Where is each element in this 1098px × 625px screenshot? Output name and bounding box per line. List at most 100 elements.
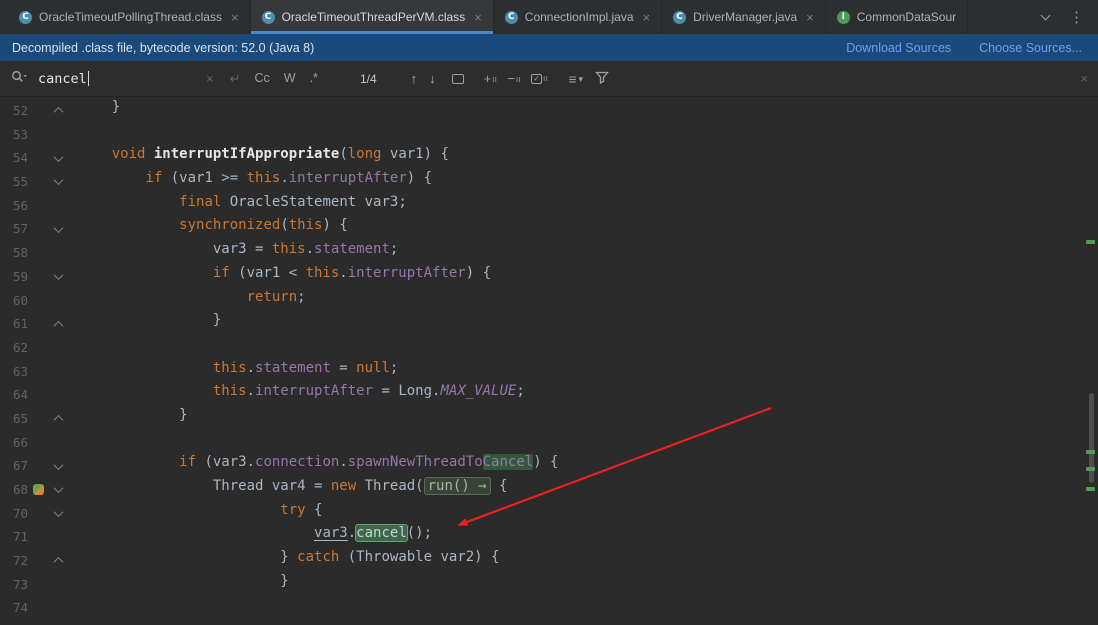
- code-text: final OracleStatement var3;: [76, 194, 407, 218]
- editor-tab[interactable]: C OracleTimeoutThreadPerVM.class ×: [250, 0, 494, 34]
- search-match-mark[interactable]: [1086, 240, 1095, 244]
- fold-end-icon[interactable]: [53, 415, 63, 426]
- sub-label: II: [492, 75, 498, 84]
- hidden-tabs-chevron-icon[interactable]: [1040, 10, 1051, 20]
- minus-glyph: −: [507, 71, 515, 86]
- search-match-mark[interactable]: [1086, 487, 1095, 491]
- code-token: statement: [314, 241, 390, 258]
- code-line: 68 Thread var4 = new Thread(run() → {: [0, 477, 1098, 502]
- fold-collapse-icon[interactable]: [53, 222, 63, 233]
- fold-collapse-icon[interactable]: [53, 459, 63, 470]
- code-token: this: [288, 217, 323, 234]
- close-tab-icon[interactable]: ×: [643, 11, 651, 24]
- search-input[interactable]: cancel: [38, 71, 206, 87]
- newline-icon[interactable]: ↵: [230, 72, 241, 85]
- lines-glyph: ≡: [568, 70, 577, 87]
- fold-collapse-icon[interactable]: [53, 151, 63, 162]
- file-type-icon: C: [504, 10, 518, 24]
- search-icon[interactable]: [10, 69, 28, 88]
- toggle-occurrences-icon[interactable]: ✓ II: [531, 73, 549, 84]
- editor-tab[interactable]: C ConnectionImpl.java ×: [494, 0, 663, 34]
- find-bar: cancel × ↵ Cc W .* 1/4 ↑ ↓ + II − II ✓ II ≡…: [0, 61, 1098, 97]
- decompiler-banner: Decompiled .class file, bytecode version…: [0, 34, 1098, 61]
- editor-tab[interactable]: C OracleTimeoutPollingThread.class ×: [8, 0, 251, 34]
- file-type-icon: I: [836, 10, 850, 24]
- select-all-occurrences-icon[interactable]: [451, 73, 464, 84]
- filter-icon[interactable]: [595, 71, 609, 87]
- fold-collapse-icon[interactable]: [53, 507, 63, 518]
- line-number: 67: [12, 458, 28, 474]
- code-token: }: [78, 572, 289, 589]
- code-text: synchronized(this) {: [76, 217, 348, 241]
- fold-end-icon[interactable]: [53, 107, 63, 118]
- code-token: try: [280, 501, 306, 518]
- editor-tab[interactable]: I CommonDataSour: [826, 0, 969, 34]
- remove-occurrence-icon[interactable]: − II: [507, 72, 521, 85]
- code-line: 63 this.statement = null;: [0, 360, 1098, 384]
- code-text: if (var3.connection.spawnNewThreadToCanc…: [76, 454, 559, 478]
- fold-end-icon[interactable]: [53, 320, 63, 331]
- code-line: 55 if (var1 >= this.interruptAfter) {: [0, 170, 1098, 194]
- line-number: 72: [12, 553, 28, 569]
- code-area[interactable]: 52 } 53 54 void interruptIfAppropriate(lon…: [0, 97, 1098, 620]
- fold-end-icon[interactable]: [53, 557, 63, 568]
- code-editor[interactable]: 52 } 53 54 void interruptIfAppropriate(lon…: [0, 97, 1098, 625]
- fold-collapse-icon[interactable]: [53, 483, 63, 494]
- code-token: }: [78, 406, 188, 423]
- code-line: 64 this.interruptAfter = Long.MAX_VALUE;: [0, 383, 1098, 407]
- close-find-bar-icon[interactable]: ×: [1080, 72, 1088, 85]
- banner-links: Download Sources Choose Sources...: [846, 41, 1086, 55]
- fold-collapse-icon[interactable]: [53, 175, 63, 186]
- code-token: ;: [516, 383, 525, 400]
- choose-sources-link[interactable]: Choose Sources...: [979, 41, 1082, 55]
- implements-icon[interactable]: [32, 484, 44, 496]
- code-token: }: [78, 312, 222, 329]
- next-match-icon[interactable]: ↓: [429, 72, 436, 85]
- code-token: interruptAfter: [347, 264, 466, 281]
- line-number: 63: [12, 363, 28, 379]
- editor-tab[interactable]: C DriverManager.java ×: [662, 0, 826, 34]
- words-toggle[interactable]: W: [284, 72, 296, 85]
- fold-collapse-icon[interactable]: [53, 270, 63, 281]
- code-text: this.interruptAfter = Long.MAX_VALUE;: [76, 383, 525, 407]
- search-match-mark[interactable]: [1086, 467, 1095, 471]
- close-tab-icon[interactable]: ×: [231, 11, 239, 24]
- clear-search-icon[interactable]: ×: [206, 72, 214, 85]
- chevron-down-icon: ▾: [578, 74, 584, 84]
- code-token: .: [280, 170, 289, 187]
- prev-match-icon[interactable]: ↑: [411, 72, 418, 85]
- code-token: new: [330, 478, 357, 494]
- code-token: .: [246, 383, 256, 400]
- download-sources-link[interactable]: Download Sources: [846, 41, 951, 55]
- code-line: 73 }: [0, 573, 1098, 597]
- fold-slot: [48, 222, 68, 233]
- line-number: 74: [12, 600, 28, 616]
- gutter: 55: [0, 170, 76, 194]
- close-tab-icon[interactable]: ×: [474, 11, 482, 24]
- more-options-icon[interactable]: ⋮: [1069, 10, 1084, 25]
- search-result-count: 1/4: [359, 71, 377, 86]
- line-number: 65: [12, 410, 28, 426]
- add-occurrence-icon[interactable]: + II: [484, 72, 498, 85]
- code-token: var3 =: [78, 241, 272, 258]
- gutter: 60: [0, 289, 76, 313]
- line-number: 70: [12, 505, 28, 521]
- close-tab-icon[interactable]: ×: [806, 11, 814, 24]
- gutter: 73: [0, 573, 76, 597]
- filter-lines-icon[interactable]: ≡ ▾: [568, 72, 583, 86]
- sub-label: II: [543, 73, 549, 83]
- search-match-mark[interactable]: [1086, 450, 1095, 454]
- code-token: catch: [297, 549, 340, 566]
- gutter: 56: [0, 194, 76, 218]
- fold-slot: [48, 483, 68, 494]
- regex-toggle[interactable]: .*: [310, 72, 318, 85]
- match-case-toggle[interactable]: Cc: [255, 72, 270, 85]
- code-token: this: [212, 383, 247, 400]
- line-number: 58: [12, 245, 28, 261]
